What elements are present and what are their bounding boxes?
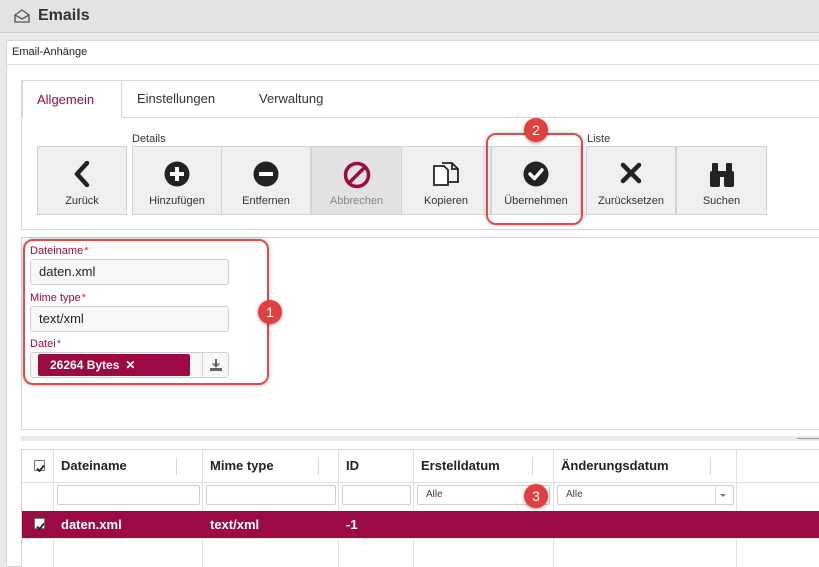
header-separator (532, 457, 533, 475)
column-header-id[interactable]: ID (338, 450, 413, 482)
tab-allgemein[interactable]: Allgemein (22, 80, 122, 118)
dropdown-caret[interactable] (715, 486, 729, 504)
row-checkbox[interactable] (34, 518, 45, 531)
app-title: Emails (38, 7, 90, 24)
callout-number-2: 2 (524, 118, 548, 142)
remove-button-label: Entfernen (242, 195, 290, 207)
empty-row (22, 538, 819, 567)
envelope-icon (14, 9, 30, 23)
filter-aenderungsdatum-value: Alle (566, 489, 583, 500)
copy-button-label: Kopieren (423, 195, 469, 207)
column-header-dateiname[interactable]: Dateiname (53, 450, 201, 482)
minus-circle-icon (253, 161, 279, 187)
callout-form-highlight (23, 239, 269, 385)
column-header-mime-type[interactable]: Mime type (202, 450, 340, 482)
search-button[interactable]: Suchen (676, 146, 767, 215)
plus-circle-icon (164, 161, 190, 187)
panel-splitter[interactable] (21, 436, 819, 441)
filter-aenderungsdatum-select[interactable]: Alle (557, 485, 734, 505)
add-button[interactable]: Hinzufügen (132, 146, 222, 215)
cancel-button[interactable]: Abbrechen (311, 146, 402, 215)
chevron-left-icon (74, 161, 90, 187)
back-button-label: Zurück (65, 195, 99, 207)
column-header-aenderungsdatum[interactable]: Änderungsdatum (553, 450, 736, 482)
back-button[interactable]: Zurück (37, 146, 127, 215)
copy-button[interactable]: Kopieren (401, 146, 491, 215)
splitter-grip (797, 438, 819, 439)
window-title: Email-Anhänge (12, 46, 88, 58)
cell-dateiname: daten.xml (61, 517, 122, 532)
cancel-button-label: Abbrechen (329, 195, 384, 207)
header-separator (710, 457, 711, 475)
attachments-grid: Dateiname Mime type ID Erstelldatum Ände… (21, 449, 819, 567)
binoculars-icon (709, 163, 734, 187)
filter-mime-type-input[interactable] (206, 485, 336, 505)
cell-mime-type: text/xml (210, 517, 260, 532)
remove-button[interactable]: Entfernen (221, 146, 311, 215)
grid-header: Dateiname Mime type ID Erstelldatum Ände… (22, 450, 819, 482)
cell-erstelldatum (413, 511, 421, 538)
group-label-details: Details (132, 133, 166, 145)
app-titlebar: Emails (0, 0, 819, 33)
callout-apply-highlight (486, 133, 583, 225)
group-label-liste: Liste (587, 133, 611, 145)
search-button-label: Suchen (702, 195, 741, 207)
filter-id-input[interactable] (342, 485, 411, 505)
checkmark-icon (36, 522, 45, 531)
cell-id: -1 (346, 517, 358, 532)
callout-number-3: 3 (524, 484, 548, 508)
tab-verwaltung[interactable]: Verwaltung (259, 80, 323, 118)
chevron-down-icon (720, 494, 726, 497)
window-title-divider (7, 64, 819, 65)
prohibited-icon (343, 161, 370, 189)
checkmark-icon (36, 464, 45, 473)
close-icon (620, 162, 642, 184)
select-all-checkbox[interactable] (34, 460, 45, 473)
header-separator (318, 457, 319, 475)
reset-button-label: Zurücksetzen (597, 195, 665, 207)
add-button-label: Hinzufügen (149, 195, 205, 207)
reset-button[interactable]: Zurücksetzen (586, 146, 676, 215)
copy-icon (433, 162, 459, 186)
callout-number-1: 1 (258, 300, 282, 324)
header-separator (176, 457, 177, 475)
filter-dateiname-input[interactable] (57, 485, 200, 505)
tab-einstellungen[interactable]: Einstellungen (137, 80, 215, 118)
cell-aenderungsdatum (553, 511, 561, 538)
